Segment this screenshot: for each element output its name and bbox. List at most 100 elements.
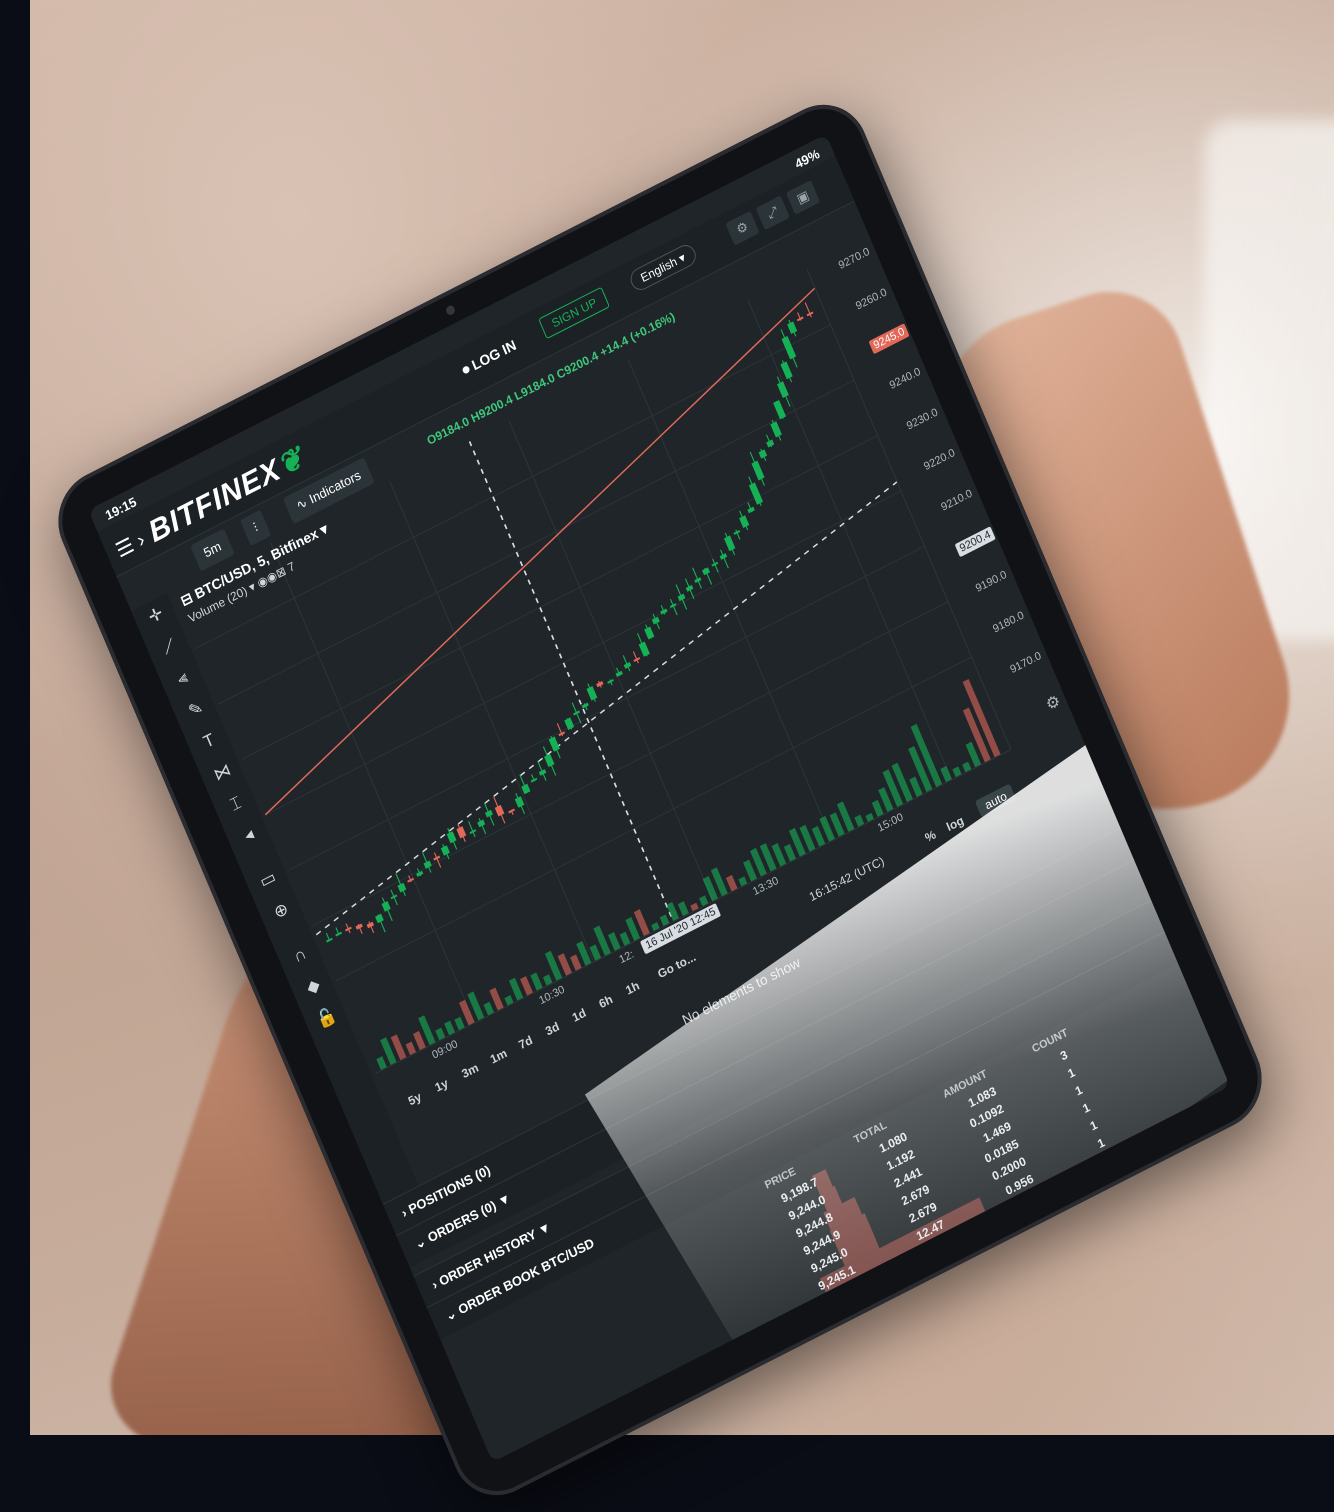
fullscreen-icon[interactable]: ⤢ [755,195,790,231]
measure-tool-icon[interactable]: ⌶ [222,789,250,819]
candle-body [607,678,614,684]
candle-body [469,829,477,835]
brush-icon[interactable]: ✎ [182,695,210,725]
range-1h[interactable]: 1h [624,978,642,997]
candle-body [747,506,755,514]
candle-body [806,311,814,317]
candle-body [787,321,798,335]
eraser-icon[interactable]: ◆ [299,972,327,1002]
candle-body [381,901,391,912]
candle-body [485,809,493,818]
zoom-in-icon[interactable]: ⊕ [267,896,295,926]
range-3m[interactable]: 3m [460,1060,481,1081]
last-price-tag: 9245.0 [868,323,910,355]
login-button[interactable]: ⏺ LOG IN [460,337,519,380]
candle-body [355,923,363,930]
range-3d[interactable]: 3d [543,1019,561,1038]
hamburger-menu-icon[interactable]: ☰ › [112,527,149,564]
price-tick: 9240.0 [887,365,923,392]
candle-body [433,855,441,861]
fib-tool-icon[interactable]: ⫷ [168,663,196,693]
range-6h[interactable]: 6h [597,992,615,1011]
candle-body [723,535,736,552]
candle-body [701,567,711,576]
candle-body [530,777,538,783]
crosshair-vertical [468,441,674,922]
login-label: LOG IN [469,336,519,374]
candle-body [573,710,580,716]
candle-body [345,926,352,932]
time-tick: 15:00 [875,811,906,835]
candle-body [773,399,787,420]
candle-body [508,808,515,814]
candle-body [564,717,575,730]
ruler-icon[interactable]: ▭ [254,865,282,895]
candle-body [581,702,589,709]
candle-body [397,882,407,893]
time-tick: 09:00 [430,1038,460,1062]
language-label: English [638,254,680,286]
candle-body [440,845,450,856]
price-tick: 9220.0 [922,446,957,474]
candle-body [770,421,782,438]
lock-icon[interactable]: 🔓 [313,1003,341,1033]
price-tick: 9230.0 [905,406,940,433]
candle-body [733,529,741,535]
candle-body [751,460,765,481]
candle-body [477,819,486,828]
candle-body [596,681,604,688]
range-5y[interactable]: 5y [406,1089,423,1108]
candle-body [521,783,531,795]
candle-body [694,577,702,584]
axis-settings-icon[interactable]: ⚙ [1043,690,1064,715]
settings-icon[interactable]: ⚙ [725,210,760,246]
candle-body [456,826,467,839]
candle-body [758,449,768,459]
range-1d[interactable]: 1d [570,1006,588,1025]
magnet-icon[interactable]: ∩ [286,940,314,970]
candle-body [586,685,598,701]
candle-body [660,608,668,615]
candle-style-button[interactable]: ⫶ [239,509,272,547]
log-toggle[interactable]: log [944,813,966,834]
price-tick: 9180.0 [991,609,1026,636]
candle-body [375,913,384,924]
candle-body [777,381,789,399]
pattern-tool-icon[interactable]: ⋈ [208,758,236,788]
candle-body [544,753,555,768]
candle-body [494,804,505,817]
candle-body [719,553,728,560]
camera-snapshot-icon[interactable]: ▣ [785,179,821,215]
candle-body [390,894,398,900]
candle-body [677,593,686,602]
candle-body [366,921,375,929]
candle-body [423,860,432,869]
candle-body [739,515,750,529]
price-tick: 9270.0 [836,245,872,273]
time-tick: 10:30 [537,983,567,1008]
price-tick: 9210.0 [939,487,975,514]
candle-body [796,316,804,322]
price-tick: 9190.0 [973,568,1009,595]
candle-body [685,584,694,592]
time-tick: 12: [617,948,636,967]
front-camera [444,304,457,317]
percent-toggle[interactable]: % [923,827,938,845]
range-7d[interactable]: 7d [517,1033,535,1052]
price-tick: 9170.0 [1008,649,1044,677]
back-arrow-icon[interactable]: ◂ [235,820,263,850]
trend-line-icon[interactable]: ⟋ [155,632,183,662]
candle-body [781,335,797,360]
text-tool-icon[interactable]: T [195,726,223,756]
candle-body [514,796,525,808]
candle-body [780,361,793,380]
candle-wick [468,821,476,838]
crosshair-icon[interactable]: ✛ [142,601,170,631]
price-tick: 9260.0 [854,286,889,313]
candle-body [638,641,650,657]
candle-body [326,937,333,943]
candle-body [766,439,775,448]
range-1m[interactable]: 1m [488,1046,509,1067]
time-tick: 13:30 [751,874,781,899]
range-1y[interactable]: 1y [433,1076,450,1095]
